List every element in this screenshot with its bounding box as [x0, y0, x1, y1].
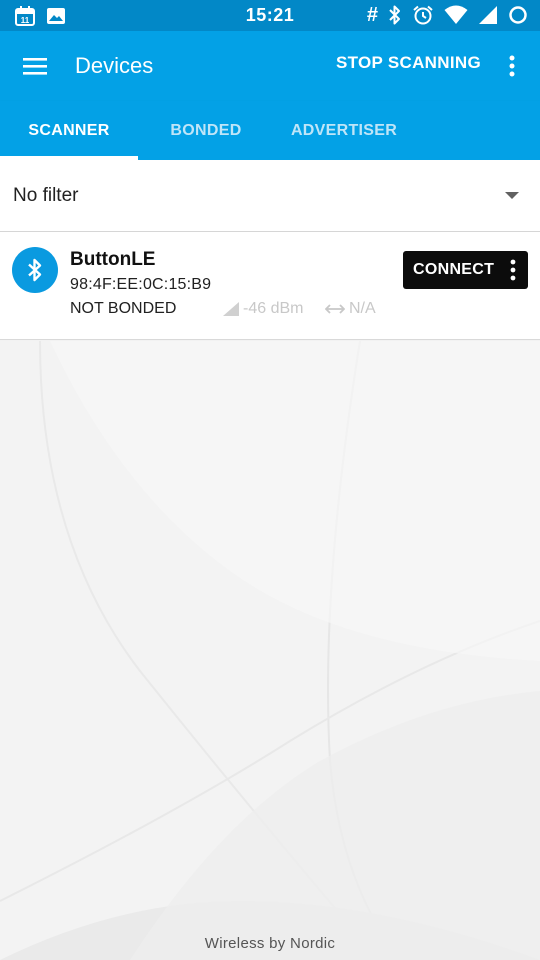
more-vert-icon[interactable] [494, 47, 530, 85]
tab-bonded[interactable]: BONDED [138, 101, 274, 160]
connect-label: CONNECT [413, 261, 495, 278]
tab-advertiser[interactable]: ADVERTISER [274, 101, 414, 160]
app-toolbar: Devices STOP SCANNING [0, 31, 540, 101]
hamburger-menu-icon[interactable] [14, 45, 56, 87]
rssi-readout: -46 dBm [222, 300, 303, 318]
device-name: ButtonLE [70, 249, 156, 270]
more-vert-icon[interactable] [506, 257, 520, 283]
status-bar: 11 15:21 # [0, 0, 540, 31]
filter-dropdown[interactable]: No filter [0, 160, 540, 232]
connect-button[interactable]: CONNECT [403, 251, 528, 289]
device-list-item[interactable]: ButtonLE 98:4F:EE:0C:15:B9 NOT BONDED -4… [0, 232, 540, 340]
hash-icon: # [366, 4, 378, 26]
interval-value: N/A [349, 300, 376, 317]
signal-strength-icon [223, 302, 239, 316]
stop-scanning-button[interactable]: STOP SCANNING [336, 53, 481, 73]
circle-icon [508, 4, 528, 26]
tab-scanner[interactable]: SCANNER [0, 101, 138, 160]
bluetooth-status-icon [388, 4, 402, 26]
tab-bar: SCANNER BONDED ADVERTISER [0, 101, 540, 160]
bond-state: NOT BONDED [70, 300, 177, 317]
page-title: Devices [75, 53, 154, 78]
dropdown-arrow-icon [505, 192, 519, 199]
alarm-icon [412, 4, 434, 26]
filter-value: No filter [13, 185, 79, 206]
wifi-icon [444, 4, 468, 26]
rssi-value: -46 dBm [243, 300, 304, 317]
signal-icon [478, 4, 498, 26]
device-address: 98:4F:EE:0C:15:B9 [70, 276, 212, 293]
left-right-arrow-icon [325, 304, 345, 314]
footer-text: Wireless by Nordic [204, 935, 336, 952]
interval-readout: N/A [325, 300, 376, 318]
bluetooth-icon [12, 247, 58, 293]
background-decoration [0, 341, 540, 960]
